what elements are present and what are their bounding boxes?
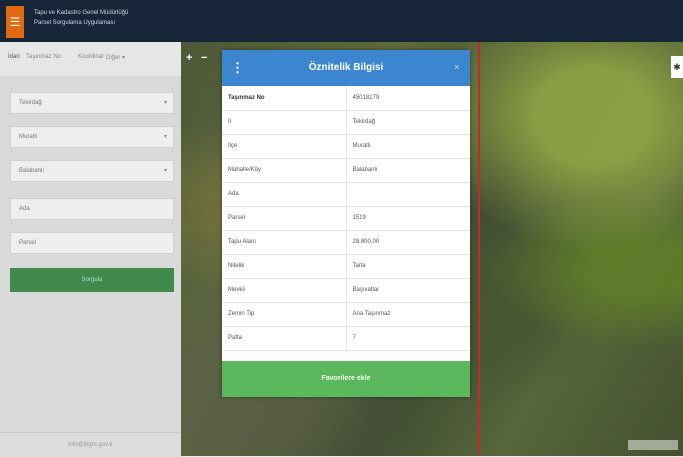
app-title: Tapu ve Kadastro Genel Müdürlüğü xyxy=(34,10,129,16)
query-button[interactable]: Sorgula xyxy=(10,268,174,292)
sidebar: İdari Taşınmaz No Koordinat Diğer ▾ Teki… xyxy=(0,42,181,457)
parcel-boundary-line xyxy=(478,42,480,456)
table-row: Ada xyxy=(222,182,470,207)
app-header: ☰ Tapu ve Kadastro Genel Müdürlüğü Parse… xyxy=(0,0,683,42)
table-row: Tapu Alanı 28.800,00 xyxy=(222,230,470,255)
hamburger-menu-button[interactable]: ☰ xyxy=(6,6,24,38)
table-row: İl Tekirdağ xyxy=(222,110,470,135)
table-row: Taşınmaz No 45018179 xyxy=(222,86,470,111)
zoom-in-button[interactable]: + xyxy=(186,52,192,64)
mahalle-select[interactable]: Balabanlı ▾ xyxy=(10,160,174,182)
table-row: Mahalle/Köy Balabanlı xyxy=(222,158,470,183)
il-select[interactable]: Tekirdağ ▾ xyxy=(10,92,174,114)
ada-input[interactable]: Ada xyxy=(10,198,174,220)
table-row: Nitelik Tarla xyxy=(222,254,470,279)
map-settings-button[interactable]: ✱ xyxy=(671,56,683,78)
close-icon[interactable]: × xyxy=(454,62,459,72)
dialog-title: Öznitelik Bilgisi xyxy=(308,62,384,73)
menu-icon: ☰ xyxy=(9,15,21,29)
ilce-select[interactable]: Muratlı ▾ xyxy=(10,126,174,148)
app-subtitle: Parsel Sorgulama Uygulaması xyxy=(34,20,116,26)
table-row: Pafta 7 xyxy=(222,326,470,351)
add-to-favorites-button[interactable]: Favorilere ekle xyxy=(222,361,470,397)
map-attribution xyxy=(628,440,678,450)
contact-email-link[interactable]: info@tkgm.gov.tr xyxy=(0,432,181,457)
tab-idari[interactable]: İdari xyxy=(8,54,20,60)
table-row: Parsel 1519 xyxy=(222,206,470,231)
tab-koordinat[interactable]: Koordinat xyxy=(78,54,104,60)
attribute-info-dialog: ⋮ Öznitelik Bilgisi × Taşınmaz No 4501817… xyxy=(222,50,470,397)
tab-diger[interactable]: Diğer ▾ xyxy=(106,54,125,61)
chevron-down-icon: ▾ xyxy=(163,134,167,140)
tab-tasinmaz-no[interactable]: Taşınmaz No xyxy=(26,54,61,60)
zoom-out-button[interactable]: − xyxy=(201,52,207,64)
table-row: Mevkii Başıvatlar xyxy=(222,278,470,303)
table-row: Zemin Tip Ana Taşınmaz xyxy=(222,302,470,327)
chevron-down-icon: ▾ xyxy=(163,100,167,106)
table-row: İlçe Muratlı xyxy=(222,134,470,159)
attribute-table: Taşınmaz No 45018179 İl Tekirdağ İlçe Murat… xyxy=(222,86,470,351)
dialog-header: ⋮ Öznitelik Bilgisi × xyxy=(222,50,470,86)
gear-icon: ✱ xyxy=(673,62,681,72)
parsel-input[interactable]: Parsel xyxy=(10,232,174,254)
chevron-down-icon: ▾ xyxy=(163,168,167,174)
search-tabs: İdari Taşınmaz No Koordinat Diğer ▾ xyxy=(0,42,181,76)
